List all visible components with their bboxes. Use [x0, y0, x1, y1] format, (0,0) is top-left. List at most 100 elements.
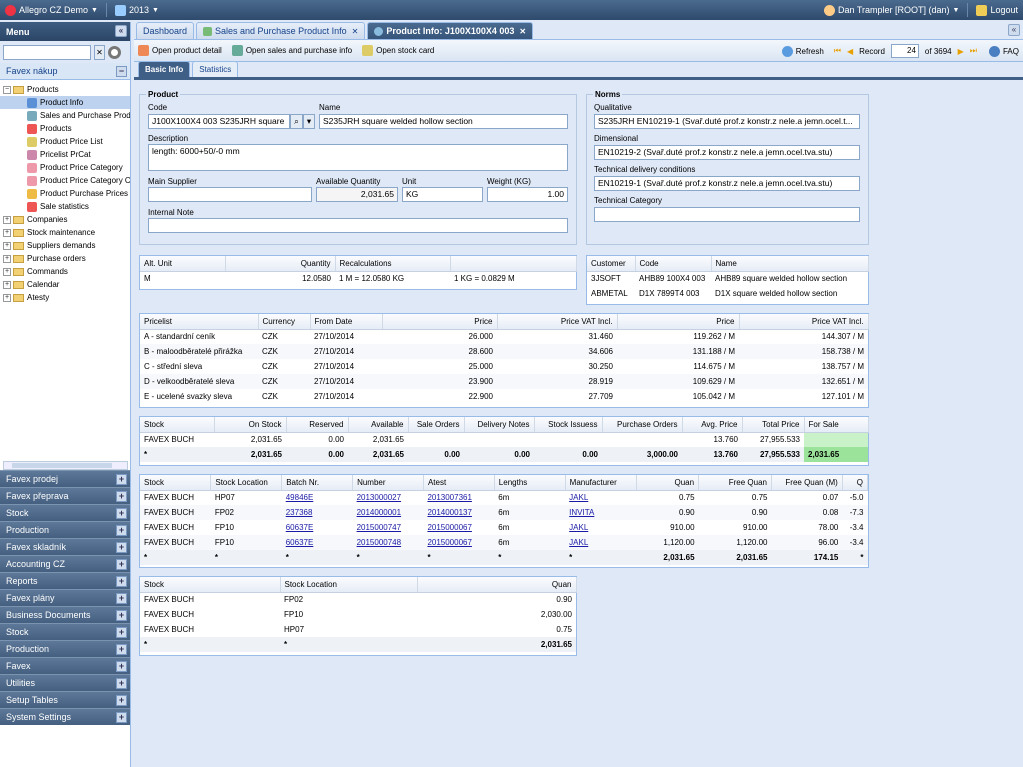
- column-header[interactable]: Free Quan: [698, 475, 772, 491]
- weight-field[interactable]: 1.00: [487, 187, 568, 202]
- cell-link[interactable]: 2013000027: [357, 493, 402, 502]
- name-field[interactable]: S235JRH square welded hollow section: [319, 114, 568, 129]
- column-header[interactable]: On Stock: [214, 417, 287, 433]
- column-header[interactable]: Total Price: [742, 417, 805, 433]
- accordion-section[interactable]: Business Documents +: [0, 606, 130, 623]
- tab-sales-purchase-info[interactable]: Sales and Purchase Product Info ✕: [196, 22, 366, 39]
- search-icon[interactable]: ⌕: [290, 114, 303, 129]
- table-row[interactable]: 3JSOFT AHB89 100X4 003 AHB89 square welded…: [587, 271, 868, 286]
- table-row[interactable]: D - velkoodběratelé sleva CZK 27/10/2014 23…: [140, 374, 868, 389]
- tree-item[interactable]: Product Purchase Prices: [0, 187, 130, 200]
- cell-link[interactable]: 2014000137: [427, 508, 472, 517]
- table-row[interactable]: A - standardní ceník CZK 27/10/2014 26.000 3…: [140, 329, 868, 344]
- cell-link[interactable]: 2015000748: [357, 538, 402, 547]
- accordion-section[interactable]: Utilities +: [0, 674, 130, 691]
- column-header[interactable]: Q: [842, 475, 869, 491]
- technical-delivery-field[interactable]: EN10219-1 (Svař.duté prof.z konstr.z nel…: [594, 176, 860, 191]
- expand-icon[interactable]: +: [3, 228, 11, 237]
- code-field[interactable]: J100X100X4 003 S235JRH square: [148, 114, 290, 129]
- accordion-section[interactable]: Stock +: [0, 623, 130, 640]
- accordion-section[interactable]: Reports +: [0, 572, 130, 589]
- table-row[interactable]: FAVEX BUCH HP07 0.75: [140, 622, 576, 637]
- column-header[interactable]: Manufacturer: [565, 475, 637, 491]
- cell-link[interactable]: JAKL: [569, 538, 588, 547]
- plus-icon[interactable]: +: [116, 593, 127, 604]
- cell-link[interactable]: INVITA: [569, 508, 594, 517]
- table-row[interactable]: C - střední sleva CZK 27/10/2014 25.000 30.2…: [140, 359, 868, 374]
- accordion-section[interactable]: Favex přeprava +: [0, 487, 130, 504]
- next-record-icon[interactable]: ▶: [958, 47, 964, 56]
- column-header[interactable]: Price VAT Incl.: [497, 314, 618, 330]
- cell-link[interactable]: 237368: [286, 508, 313, 517]
- table-row[interactable]: ABMETAL D1X 7899T4 003 D1X square welded h…: [587, 286, 868, 301]
- plus-icon[interactable]: +: [116, 661, 127, 672]
- column-header[interactable]: Currency: [258, 314, 311, 330]
- tree-item[interactable]: Product Price Category Ca: [0, 174, 130, 187]
- main-supplier-field[interactable]: [148, 187, 312, 202]
- tree-item[interactable]: Pricelist PrCat: [0, 148, 130, 161]
- year-selector[interactable]: 2013 ▼: [110, 0, 164, 20]
- tree-item[interactable]: + Purchase orders: [0, 252, 130, 265]
- cell-link[interactable]: 2015000067: [427, 523, 472, 532]
- last-record-icon[interactable]: ⏭: [970, 46, 977, 56]
- tab-product-info[interactable]: Product Info: J100X100X4 003 ✕: [367, 22, 534, 39]
- accordion-section[interactable]: Production +: [0, 640, 130, 657]
- cell-link[interactable]: 60637E: [286, 523, 314, 532]
- plus-icon[interactable]: +: [116, 559, 127, 570]
- tree-item[interactable]: Product Info: [0, 96, 130, 109]
- column-header[interactable]: Batch Nr.: [281, 475, 354, 491]
- column-header[interactable]: Stock Issuess: [534, 417, 603, 433]
- tree-item[interactable]: + Stock maintenance: [0, 226, 130, 239]
- cell-link[interactable]: 2013007361: [427, 493, 472, 502]
- cell-link[interactable]: 60637E: [286, 538, 314, 547]
- plus-icon[interactable]: +: [116, 610, 127, 621]
- column-header[interactable]: Stock: [140, 475, 212, 491]
- tree-item[interactable]: + Companies: [0, 213, 130, 226]
- column-header[interactable]: For Sale: [804, 417, 869, 433]
- refresh-button[interactable]: Refresh: [781, 45, 824, 57]
- column-header[interactable]: [450, 256, 577, 272]
- column-header[interactable]: Quan: [636, 475, 700, 491]
- user-menu[interactable]: Dan Trampler [ROOT] (dan) ▼: [819, 0, 964, 20]
- close-icon[interactable]: ✕: [519, 27, 526, 36]
- column-header[interactable]: Lengths: [494, 475, 566, 491]
- chevron-down-icon[interactable]: ▾: [303, 114, 315, 129]
- tree-item[interactable]: Product Price Category: [0, 161, 130, 174]
- accordion-section[interactable]: Favex prodej +: [0, 470, 130, 487]
- horizontal-scrollbar[interactable]: [3, 461, 128, 470]
- column-header[interactable]: From Date: [310, 314, 383, 330]
- tree-item[interactable]: Sale statistics: [0, 200, 130, 213]
- column-header[interactable]: Price VAT Incl.: [739, 314, 869, 330]
- app-title[interactable]: Allegro CZ Demo ▼: [0, 0, 103, 20]
- menu-search-input[interactable]: [3, 44, 91, 60]
- cell-link[interactable]: 2015000067: [427, 538, 472, 547]
- column-header[interactable]: Stock Location: [280, 577, 418, 593]
- accordion-section[interactable]: Production +: [0, 521, 130, 538]
- accordion-section[interactable]: Favex skladník +: [0, 538, 130, 555]
- column-header[interactable]: Code: [635, 256, 712, 272]
- plus-icon[interactable]: +: [116, 627, 127, 638]
- expand-icon[interactable]: +: [3, 254, 11, 263]
- column-header[interactable]: Free Quan (M): [771, 475, 843, 491]
- accordion-section[interactable]: Accounting CZ +: [0, 555, 130, 572]
- tree-item[interactable]: + Suppliers demands: [0, 239, 130, 252]
- unit-field[interactable]: KG: [402, 187, 483, 202]
- tab-basic-info[interactable]: Basic Info: [138, 61, 191, 77]
- cell-link[interactable]: JAKL: [569, 523, 588, 532]
- tree-item[interactable]: Product Price List: [0, 135, 130, 148]
- cell-link[interactable]: 2014000001: [357, 508, 402, 517]
- column-header[interactable]: Alt. Unit: [140, 256, 226, 272]
- table-row[interactable]: FAVEX BUCH FP02 237368 2014000001 2014000137…: [140, 505, 868, 520]
- clear-search-icon[interactable]: ✕: [94, 44, 105, 60]
- plus-icon[interactable]: +: [116, 695, 127, 706]
- column-header[interactable]: Pricelist: [140, 314, 259, 330]
- tree-item[interactable]: Products: [0, 122, 130, 135]
- minus-icon[interactable]: −: [116, 66, 127, 77]
- accordion-section[interactable]: Favex +: [0, 657, 130, 674]
- accordion-section[interactable]: System Settings +: [0, 708, 130, 725]
- table-row[interactable]: FAVEX BUCH FP10 60637E 2015000747 2015000067…: [140, 520, 868, 535]
- logout-button[interactable]: Logout: [971, 0, 1023, 20]
- table-row[interactable]: FAVEX BUCH FP10 60637E 2015000748 2015000067…: [140, 535, 868, 550]
- tree-item[interactable]: + Commands: [0, 265, 130, 278]
- column-header[interactable]: Atest: [423, 475, 495, 491]
